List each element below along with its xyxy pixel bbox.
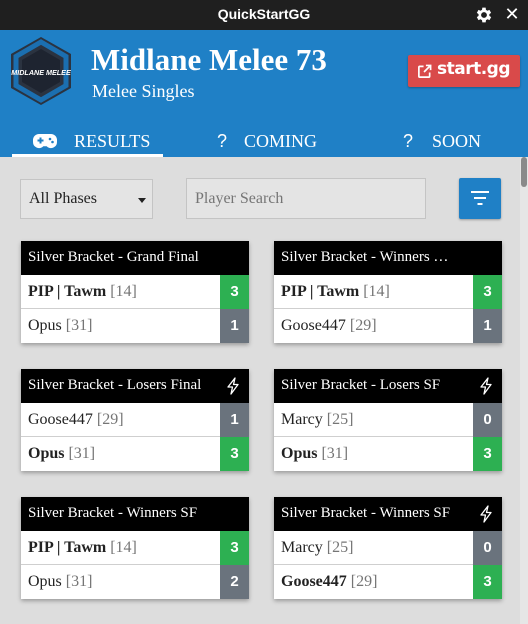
player-name: Opus — [281, 445, 318, 462]
title-bar: QuickStartGG ✕ — [0, 0, 528, 30]
event-header: MIDLANE MELEE Midlane Melee 73 Melee Sin… — [0, 30, 528, 157]
player-seed: [31] — [321, 445, 349, 462]
scrollbar-thumb[interactable] — [521, 157, 527, 187]
question-icon: ? — [217, 131, 228, 151]
external-link-icon — [418, 64, 432, 78]
player-name: Goose447 — [28, 411, 93, 428]
player-seed: [31] — [65, 317, 93, 334]
scrollbar[interactable] — [520, 157, 528, 624]
set-card-header: Silver Bracket - Losers SF — [274, 369, 502, 403]
startgg-button[interactable]: start.gg — [408, 55, 520, 87]
player-score: 1 — [220, 309, 249, 343]
phase-select[interactable]: All Phases — [20, 179, 153, 219]
player-seed: [14] — [110, 539, 137, 556]
question-icon: ? — [403, 131, 414, 151]
player-score: 3 — [220, 275, 249, 309]
player-seed: [14] — [110, 283, 137, 300]
set-card-header: Silver Bracket - Winners … — [274, 241, 502, 275]
player-row: PIP | Tawm [14] 3 — [274, 275, 502, 309]
player-score: 0 — [473, 531, 502, 565]
set-title: Silver Bracket - Grand Final — [28, 249, 199, 265]
tab-soon[interactable]: ? SOON — [396, 124, 506, 157]
event-subtitle: Melee Singles — [92, 81, 195, 101]
player-name: PIP | Tawm — [28, 283, 107, 300]
lightning-icon — [480, 505, 492, 523]
set-title: Silver Bracket - Winners … — [281, 249, 449, 265]
set-card[interactable]: Silver Bracket - Losers SF Marcy [25] 0 … — [274, 369, 502, 471]
set-card[interactable]: Silver Bracket - Grand Final PIP | Tawm … — [21, 241, 249, 343]
player-name: Marcy — [281, 411, 323, 428]
set-card[interactable]: Silver Bracket - Losers Final Goose447 [… — [21, 369, 249, 471]
player-score: 3 — [473, 565, 502, 599]
set-card-header: Silver Bracket - Losers Final — [21, 369, 249, 403]
player-name: Goose447 — [281, 573, 347, 590]
event-title: Midlane Melee 73 — [91, 42, 327, 77]
set-card-header: Silver Bracket - Winners SF — [274, 497, 502, 531]
player-name: Opus — [28, 573, 62, 590]
window-title: QuickStartGG — [217, 6, 311, 22]
set-title: Silver Bracket - Losers Final — [28, 377, 202, 393]
tab-coming-label: COMING — [244, 131, 318, 151]
logo-text: MIDLANE MELEE — [11, 68, 71, 77]
set-card[interactable]: Silver Bracket - Winners … PIP | Tawm [1… — [274, 241, 502, 343]
player-score: 1 — [473, 309, 502, 343]
event-logo: MIDLANE MELEE — [10, 36, 72, 106]
player-row: PIP | Tawm [14] 3 — [21, 275, 249, 309]
player-row: PIP | Tawm [14] 3 — [21, 531, 249, 565]
player-row: Goose447 [29] 1 — [274, 309, 502, 343]
tab-results[interactable]: RESULTS — [12, 124, 163, 157]
player-name: PIP | Tawm — [281, 283, 360, 300]
player-seed: [31] — [68, 445, 96, 462]
player-score: 3 — [473, 437, 502, 471]
player-seed: [29] — [350, 573, 378, 590]
player-seed: [29] — [349, 317, 377, 334]
set-title: Silver Bracket - Winners SF — [28, 505, 198, 521]
player-search-input[interactable] — [186, 178, 426, 219]
close-icon[interactable]: ✕ — [502, 3, 522, 27]
player-name: PIP | Tawm — [28, 539, 107, 556]
filter-button[interactable] — [459, 178, 501, 219]
set-title: Silver Bracket - Losers SF — [281, 377, 441, 393]
gamepad-icon — [32, 131, 58, 152]
player-row: Opus [31] 3 — [274, 437, 502, 471]
player-row: Marcy [25] 0 — [274, 531, 502, 565]
player-row: Goose447 [29] 3 — [274, 565, 502, 599]
player-seed: [25] — [326, 411, 354, 428]
player-seed: [14] — [363, 283, 390, 300]
player-score: 1 — [220, 403, 249, 437]
player-name: Opus — [28, 445, 65, 462]
player-seed: [29] — [96, 411, 124, 428]
player-score: 2 — [220, 565, 249, 599]
player-row: Opus [31] 2 — [21, 565, 249, 599]
player-seed: [31] — [65, 573, 93, 590]
player-score: 3 — [473, 275, 502, 309]
player-score: 3 — [220, 531, 249, 565]
phase-select-value: All Phases — [29, 190, 97, 207]
chevron-down-icon — [138, 198, 146, 203]
player-name: Goose447 — [281, 317, 346, 334]
set-card-header: Silver Bracket - Winners SF — [21, 497, 249, 531]
player-seed: [25] — [326, 539, 354, 556]
active-tab-indicator — [12, 154, 163, 157]
tab-coming[interactable]: ? COMING — [210, 124, 340, 157]
filter-icon — [471, 191, 489, 205]
player-row: Goose447 [29] 1 — [21, 403, 249, 437]
player-row: Marcy [25] 0 — [274, 403, 502, 437]
gear-icon[interactable] — [474, 5, 494, 25]
tab-soon-label: SOON — [432, 131, 482, 151]
player-row: Opus [31] 3 — [21, 437, 249, 471]
tab-results-label: RESULTS — [74, 131, 151, 151]
player-row: Opus [31] 1 — [21, 309, 249, 343]
player-name: Marcy — [281, 539, 323, 556]
set-card[interactable]: Silver Bracket - Winners SF Marcy [25] 0… — [274, 497, 502, 599]
startgg-label: start.gg — [437, 59, 511, 79]
set-card-header: Silver Bracket - Grand Final — [21, 241, 249, 275]
player-score: 3 — [220, 437, 249, 471]
lightning-icon — [227, 377, 239, 395]
player-name: Opus — [28, 317, 62, 334]
set-title: Silver Bracket - Winners SF — [281, 505, 451, 521]
lightning-icon — [480, 377, 492, 395]
player-score: 0 — [473, 403, 502, 437]
set-card[interactable]: Silver Bracket - Winners SF PIP | Tawm [… — [21, 497, 249, 599]
